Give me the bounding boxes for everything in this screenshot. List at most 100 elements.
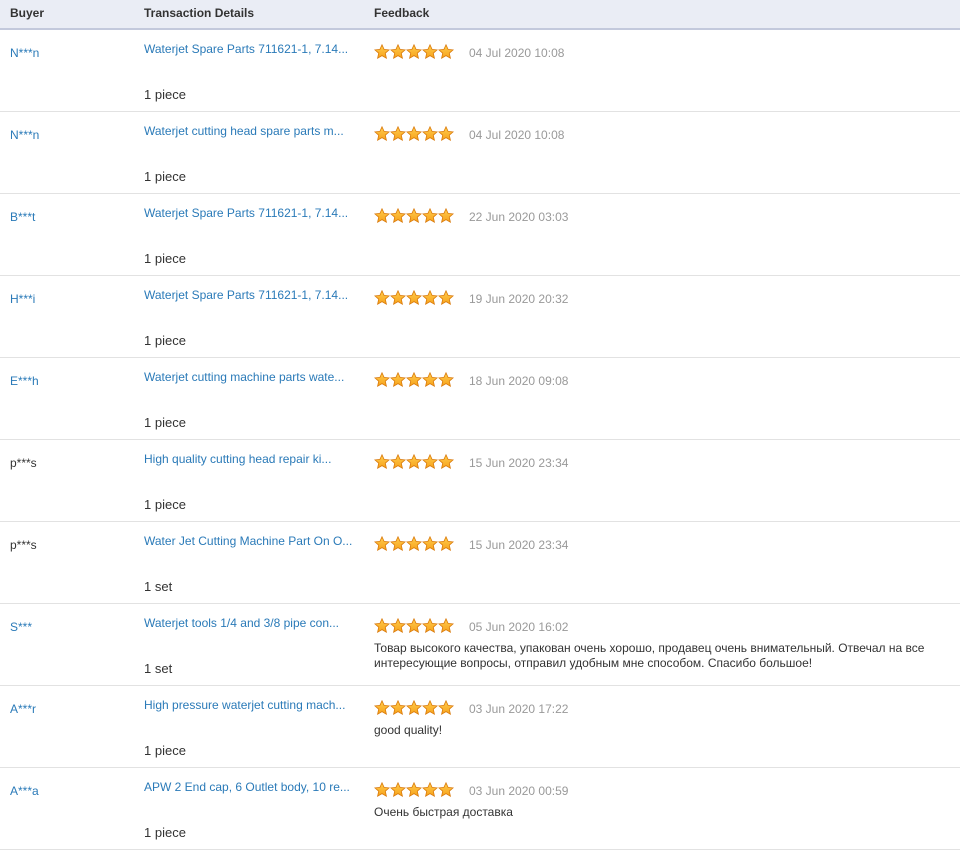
star-icon xyxy=(374,126,390,142)
quantity: 1 piece xyxy=(144,333,186,348)
table-row: S*** Waterjet tools 1/4 and 3/8 pipe con.… xyxy=(0,604,960,686)
product-link[interactable]: High quality cutting head repair ki... xyxy=(144,452,359,466)
table-row: p***s High quality cutting head repair ki… xyxy=(0,440,960,522)
star-icon xyxy=(374,700,390,716)
star-icon xyxy=(422,782,438,798)
star-icon xyxy=(438,618,454,634)
feedback-date: 18 Jun 2020 09:08 xyxy=(469,374,569,388)
quantity: 1 piece xyxy=(144,87,186,102)
quantity: 1 piece xyxy=(144,251,186,266)
table-header: Buyer Transaction Details Feedback xyxy=(0,0,960,30)
feedback-comment: good quality! xyxy=(374,723,443,737)
quantity: 1 set xyxy=(144,579,173,594)
table-row: B***t Waterjet Spare Parts 711621-1, 7.14… xyxy=(0,194,960,276)
star-icon xyxy=(406,126,422,142)
buyer-name: p***s xyxy=(10,538,37,552)
quantity: 1 piece xyxy=(144,415,186,430)
product-link[interactable]: Waterjet Spare Parts 711621-1, 7.14... xyxy=(144,288,359,302)
star-icon xyxy=(422,618,438,634)
star-icon xyxy=(374,290,390,306)
star-icon xyxy=(438,44,454,60)
star-icon xyxy=(374,208,390,224)
star-icon xyxy=(406,536,422,552)
star-icon xyxy=(438,700,454,716)
feedback-date: 15 Jun 2020 23:34 xyxy=(469,456,569,470)
star-icon xyxy=(438,126,454,142)
star-icon xyxy=(422,700,438,716)
star-icon xyxy=(422,290,438,306)
table-row: H***i Waterjet Spare Parts 711621-1, 7.14… xyxy=(0,276,960,358)
feedback-date: 04 Jul 2020 10:08 xyxy=(469,46,565,60)
star-icon xyxy=(438,372,454,388)
star-icon xyxy=(390,700,406,716)
star-icon xyxy=(422,536,438,552)
quantity: 1 piece xyxy=(144,169,186,184)
table-row: N***n Waterjet cutting head spare parts m… xyxy=(0,112,960,194)
product-link[interactable]: Waterjet Spare Parts 711621-1, 7.14... xyxy=(144,206,359,220)
buyer-name[interactable]: B***t xyxy=(10,210,35,224)
star-icon xyxy=(438,782,454,798)
star-icon xyxy=(422,372,438,388)
star-icon xyxy=(406,44,422,60)
star-icon xyxy=(438,536,454,552)
product-link[interactable]: Waterjet Spare Parts 711621-1, 7.14... xyxy=(144,42,359,56)
buyer-name[interactable]: S*** xyxy=(10,620,32,634)
feedback-comment: Очень быстрая доставка xyxy=(374,805,513,819)
buyer-name[interactable]: E***h xyxy=(10,374,39,388)
star-icon xyxy=(374,536,390,552)
product-link[interactable]: Waterjet tools 1/4 and 3/8 pipe con... xyxy=(144,616,359,630)
star-icon xyxy=(390,208,406,224)
star-icon xyxy=(406,208,422,224)
star-rating xyxy=(374,208,454,224)
feedback-date: 19 Jun 2020 20:32 xyxy=(469,292,569,306)
star-rating xyxy=(374,782,454,798)
product-link[interactable]: Water Jet Cutting Machine Part On O... xyxy=(144,534,359,548)
star-icon xyxy=(438,290,454,306)
star-icon xyxy=(406,700,422,716)
star-rating xyxy=(374,700,454,716)
column-header-feedback: Feedback xyxy=(374,6,430,20)
star-icon xyxy=(390,126,406,142)
table-row: A***r High pressure waterjet cutting mach… xyxy=(0,686,960,768)
star-icon xyxy=(422,454,438,470)
quantity: 1 piece xyxy=(144,743,186,758)
star-icon xyxy=(374,618,390,634)
feedback-date: 03 Jun 2020 00:59 xyxy=(469,784,569,798)
star-icon xyxy=(406,290,422,306)
column-header-transaction-details: Transaction Details xyxy=(144,6,255,20)
star-icon xyxy=(422,208,438,224)
feedback-rows: N***n Waterjet Spare Parts 711621-1, 7.14… xyxy=(0,30,960,850)
star-icon xyxy=(390,454,406,470)
table-row: p***s Water Jet Cutting Machine Part On O… xyxy=(0,522,960,604)
feedback-comment: Товар высокого качества, упакован очень … xyxy=(374,641,925,670)
star-icon xyxy=(422,126,438,142)
product-link[interactable]: APW 2 End cap, 6 Outlet body, 10 re... xyxy=(144,780,359,794)
buyer-name[interactable]: N***n xyxy=(10,46,39,60)
product-link[interactable]: High pressure waterjet cutting mach... xyxy=(144,698,359,712)
product-link[interactable]: Waterjet cutting head spare parts m... xyxy=(144,124,359,138)
star-rating xyxy=(374,454,454,470)
feedback-date: 03 Jun 2020 17:22 xyxy=(469,702,569,716)
star-rating xyxy=(374,372,454,388)
buyer-name[interactable]: N***n xyxy=(10,128,39,142)
star-icon xyxy=(438,454,454,470)
star-icon xyxy=(406,454,422,470)
buyer-name[interactable]: A***r xyxy=(10,702,36,716)
star-rating xyxy=(374,126,454,142)
star-icon xyxy=(374,372,390,388)
buyer-name: p***s xyxy=(10,456,37,470)
star-icon xyxy=(390,536,406,552)
star-rating xyxy=(374,618,454,634)
star-icon xyxy=(374,782,390,798)
table-row: A***a APW 2 End cap, 6 Outlet body, 10 re… xyxy=(0,768,960,850)
product-link[interactable]: Waterjet cutting machine parts wate... xyxy=(144,370,359,384)
star-icon xyxy=(374,44,390,60)
buyer-name[interactable]: H***i xyxy=(10,292,35,306)
table-row: N***n Waterjet Spare Parts 711621-1, 7.14… xyxy=(0,30,960,112)
buyer-name[interactable]: A***a xyxy=(10,784,39,798)
star-icon xyxy=(390,290,406,306)
star-icon xyxy=(406,782,422,798)
star-icon xyxy=(390,372,406,388)
column-header-buyer: Buyer xyxy=(10,6,45,20)
quantity: 1 set xyxy=(144,661,173,676)
